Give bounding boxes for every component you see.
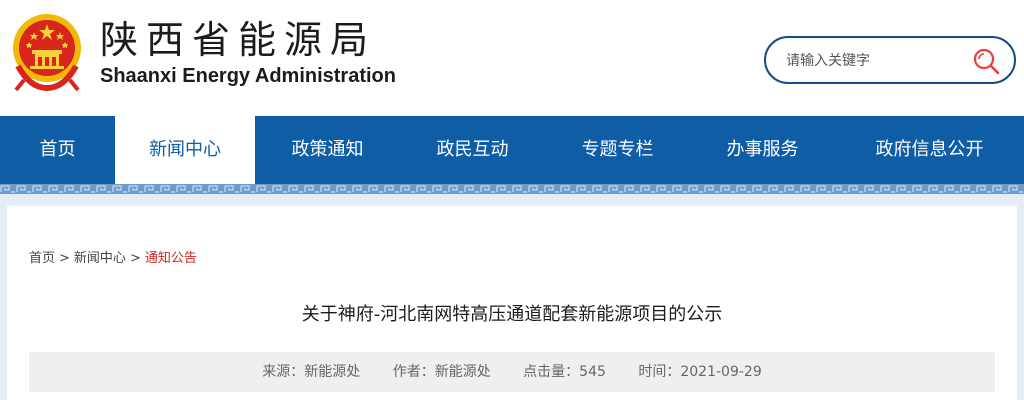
breadcrumb-separator: > [129,251,141,266]
nav-item-news[interactable]: 新闻中心 [115,116,255,184]
article-meta: 来源：新能源处 作者：新能源处 点击量：545 时间：2021-09-29 [29,352,995,392]
meta-time: 时间：2021-09-29 [638,364,762,380]
breadcrumb-separator: > [59,251,70,266]
breadcrumb-home[interactable]: 首页 [29,251,55,266]
breadcrumb-news[interactable]: 新闻中心 [74,251,126,266]
site-header: 陕西省能源局 Shaanxi Energy Administration [0,0,1024,116]
breadcrumb: 首页 > 新闻中心 > 通知公告 [29,247,197,266]
main-nav: 首页 新闻中心 政策通知 政民互动 专题专栏 办事服务 政府信息公开 [0,116,1024,184]
site-title-en: Shaanxi Energy Administration [100,65,396,87]
meta-views: 点击量：545 [523,364,606,380]
meta-author: 作者：新能源处 [392,364,491,380]
search-input[interactable] [784,48,968,74]
nav-item-gov-info[interactable]: 政府信息公开 [835,116,1024,184]
site-title-cn: 陕西省能源局 [100,18,377,62]
search-icon[interactable] [972,47,1000,75]
search-box [764,36,1016,84]
nav-item-home[interactable]: 首页 [0,116,115,184]
article-title: 关于神府-河北南网特高压通道配套新能源项目的公示 [301,304,723,325]
decorative-border [0,184,1024,194]
breadcrumb-notices[interactable]: 通知公告 [145,251,197,266]
nav-item-topics[interactable]: 专题专栏 [545,116,690,184]
nav-item-interaction[interactable]: 政民互动 [400,116,545,184]
nav-item-services[interactable]: 办事服务 [690,116,835,184]
article-content: 首页 > 新闻中心 > 通知公告 关于神府-河北南网特高压通道配套新能源项目的公示 来源… [7,206,1017,400]
meta-source: 来源：新能源处 [262,364,361,380]
nav-item-policy[interactable]: 政策通知 [255,116,400,184]
national-emblem-icon[interactable] [10,8,84,92]
